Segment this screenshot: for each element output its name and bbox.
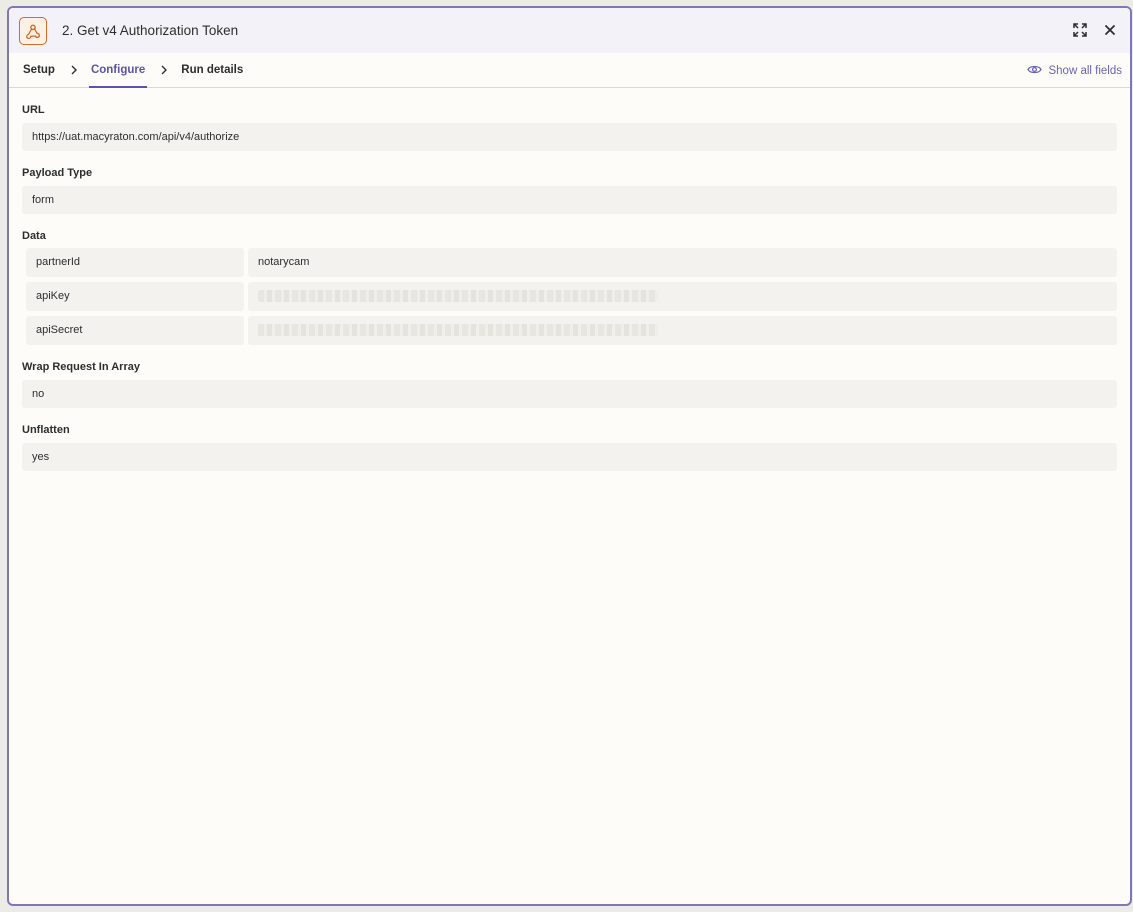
field-label: Wrap Request In Array [22,361,140,373]
field-label: Payload Type [22,167,93,179]
field-value: https://uat.macyraton.com/api/v4/authori… [22,123,1117,151]
step-title: 2. Get v4 Authorization Token [62,23,239,38]
data-key: partnerId [26,248,244,277]
tab-setup[interactable]: Setup [21,53,57,87]
data-row: apiKey [22,282,1117,311]
field-unflatten: Unflatten yes [22,423,1117,471]
field-value: yes [22,443,1117,471]
tab-run-details[interactable]: Run details [179,53,245,87]
chevron-right-icon [70,53,78,87]
step-tabs: Setup Configure Run details Show all fie… [9,53,1130,88]
fields-content: URL https://uat.macyraton.com/api/v4/aut… [9,103,1130,471]
data-row: apiSecret [22,316,1117,345]
data-row: partnerId notarycam [22,248,1117,277]
tab-configure[interactable]: Configure [88,53,148,88]
field-label: Data [22,230,46,242]
panel-header: 2. Get v4 Authorization Token [9,8,1130,53]
data-value-redacted [248,282,1117,311]
field-value: no [22,380,1117,408]
webhook-icon [19,16,47,45]
step-panel: 2. Get v4 Authorization Token Setup Conf… [7,6,1132,906]
field-url: URL https://uat.macyraton.com/api/v4/aut… [22,103,1117,151]
field-label: Unflatten [22,424,70,436]
redacted-value [258,290,658,303]
eye-icon [1027,64,1043,78]
data-key: apiKey [26,282,244,311]
field-wrap-request: Wrap Request In Array no [22,360,1117,408]
show-all-fields-label: Show all fields [1048,64,1122,77]
show-all-fields-button[interactable]: Show all fields [1027,53,1122,88]
field-value: form [22,186,1117,214]
data-key: apiSecret [26,316,244,345]
data-value-redacted [248,316,1117,345]
expand-icon[interactable] [1070,20,1090,40]
data-value: notarycam [248,248,1117,277]
field-payload-type: Payload Type form [22,166,1117,214]
chevron-right-icon [160,53,168,87]
redacted-value [258,324,658,337]
field-data: Data partnerId notarycam apiKey apiSecre… [22,229,1117,345]
field-label: URL [22,104,45,116]
close-icon[interactable] [1100,20,1120,40]
